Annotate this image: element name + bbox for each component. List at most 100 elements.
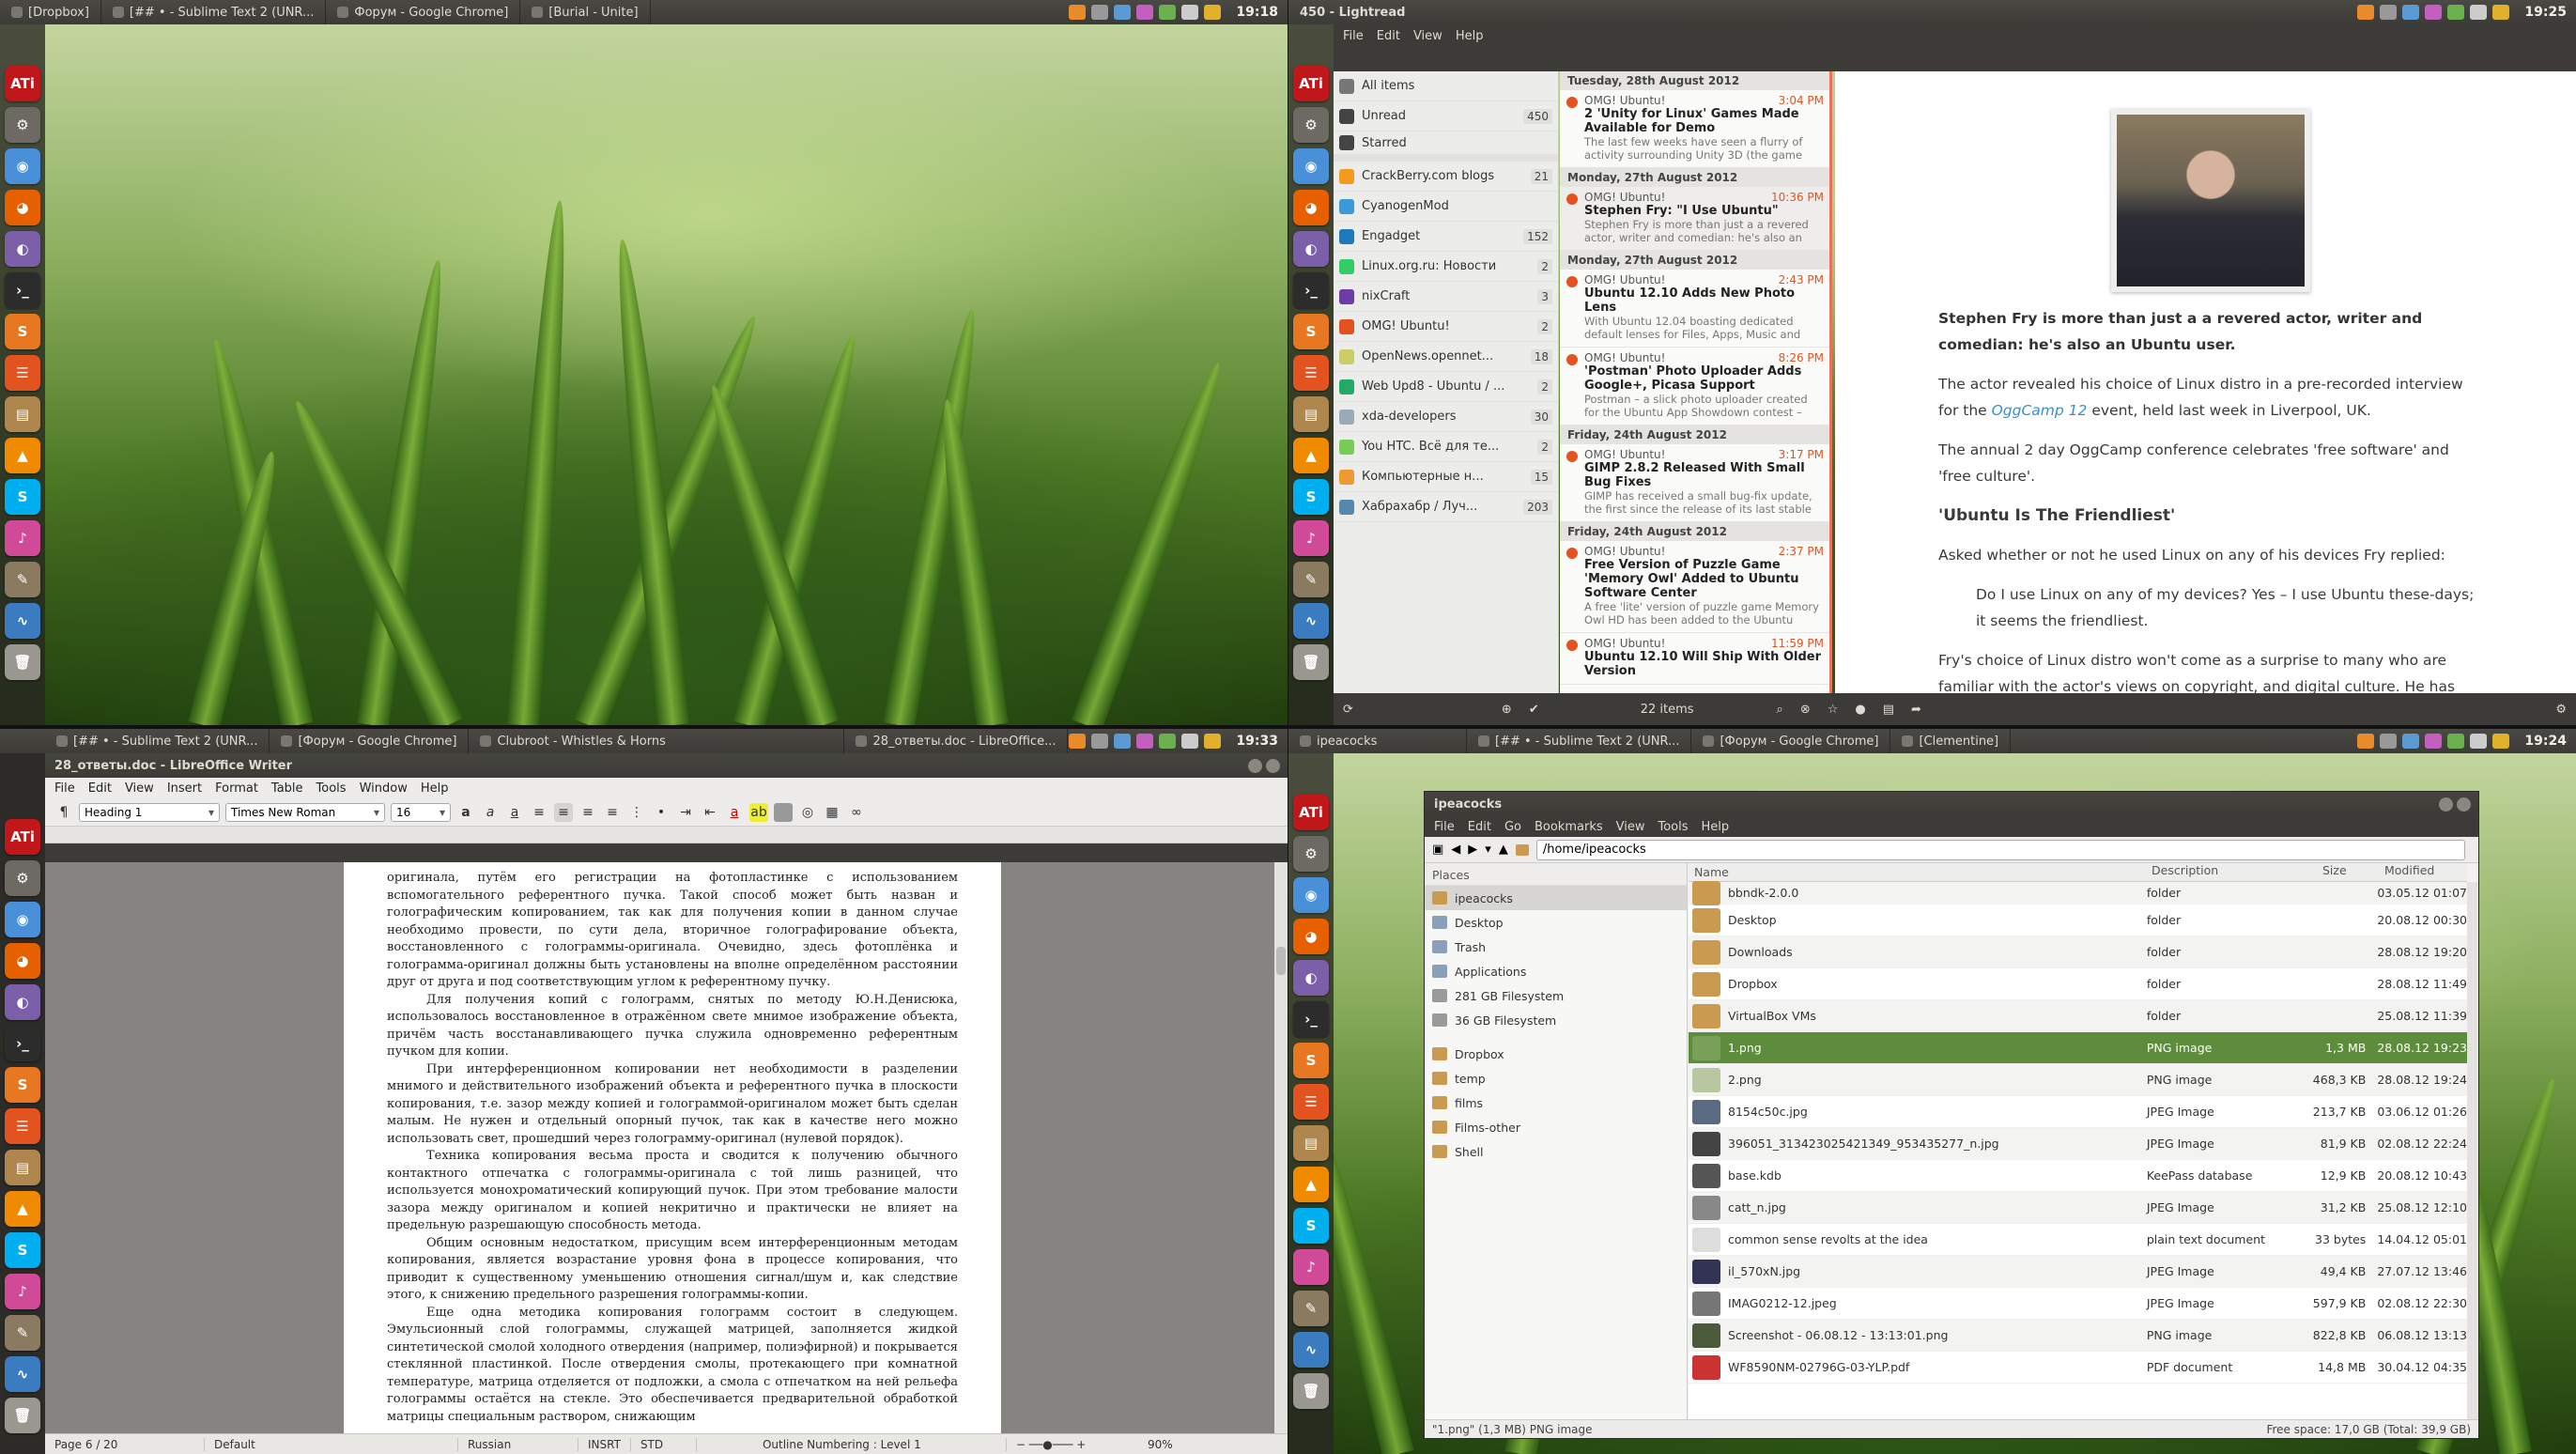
column-description[interactable]: Description xyxy=(2146,863,2317,881)
menu-tools[interactable]: Tools xyxy=(316,781,347,796)
menu-view[interactable]: View xyxy=(1616,820,1645,834)
feed-item[interactable]: Engadget 152 xyxy=(1334,222,1558,252)
skype-icon[interactable]: S xyxy=(1293,1208,1329,1244)
taskbar-item[interactable]: 28_ответы.doc - LibreOffice... xyxy=(844,729,1069,753)
file-row[interactable]: 396051_313423025421349_953435277_n.jpg JP… xyxy=(1689,1128,2467,1160)
chrome-icon[interactable]: ◉ xyxy=(5,148,40,184)
chrome-icon[interactable]: ◉ xyxy=(1293,148,1329,184)
gimp-icon[interactable]: ✎ xyxy=(1293,562,1329,597)
tray-icon[interactable] xyxy=(1091,734,1109,749)
feed-entry[interactable]: OMG! Ubuntu! 2:37 PM Free Version of Puzzl… xyxy=(1560,541,1829,633)
up-icon[interactable]: ▲ xyxy=(1499,843,1508,857)
file-row[interactable]: base.kdb KeePass database 12,9 KB 20.08.12 … xyxy=(1689,1160,2467,1192)
clock[interactable]: 19:33 xyxy=(1236,734,1278,749)
tray-icon[interactable] xyxy=(2357,734,2375,749)
taskbar-item[interactable]: [## • - Sublime Text 2 (UNR... xyxy=(1467,729,1692,753)
place-item[interactable]: Shell xyxy=(1425,1139,1687,1164)
chrome-icon[interactable]: ◉ xyxy=(1293,877,1329,913)
tray-icon[interactable] xyxy=(2492,734,2510,749)
feed-item[interactable]: Unread 450 xyxy=(1334,101,1558,131)
zoom-level[interactable]: 90% xyxy=(1138,1438,1182,1451)
feed-entry[interactable]: OMG! Ubuntu! 3:17 PM GIMP 2.8.2 Released W… xyxy=(1560,444,1829,522)
outdent-icon[interactable]: ⇤ xyxy=(701,803,719,822)
menu-view[interactable]: View xyxy=(1413,29,1442,43)
share-icon[interactable]: ➦ xyxy=(1911,703,1921,717)
trash-icon[interactable]: 🗑 xyxy=(1293,644,1329,680)
tray-icon[interactable] xyxy=(1136,5,1154,20)
file-row[interactable]: IMAG0212-12.jpeg JPEG Image 597,9 KB 02.08.… xyxy=(1689,1288,2467,1320)
ati-icon[interactable]: ATi xyxy=(1293,795,1329,830)
music-icon[interactable]: ♪ xyxy=(1293,1249,1329,1285)
feed-entry[interactable]: OMG! Ubuntu! 8:26 PM 'Postman' Photo Uploa… xyxy=(1560,348,1829,425)
vlc-icon[interactable]: ▲ xyxy=(5,438,40,473)
star-icon[interactable]: ☆ xyxy=(1828,703,1839,717)
sublime-icon[interactable]: S xyxy=(1293,1043,1329,1078)
feed-item[interactable]: CrackBerry.com blogs 21 xyxy=(1334,162,1558,192)
menu-edit[interactable]: Edit xyxy=(1377,29,1400,43)
tray-icon[interactable] xyxy=(1181,734,1199,749)
taskbar-item[interactable]: [Dropbox] xyxy=(0,0,101,24)
file-row[interactable]: Dropbox folder 28.08.12 11:49 xyxy=(1689,968,2467,1000)
taskbar-item[interactable]: ipeacocks xyxy=(1288,729,1467,753)
minimize-button[interactable] xyxy=(2439,797,2453,812)
feed-item[interactable]: CyanogenMod xyxy=(1334,192,1558,222)
tray-icon[interactable] xyxy=(2402,734,2420,749)
page-icon[interactable]: ▤ xyxy=(1883,703,1894,717)
place-item[interactable]: films xyxy=(1425,1090,1687,1115)
background-color-icon[interactable] xyxy=(774,802,793,822)
taskbar-item[interactable]: [Burial - Unite] xyxy=(520,0,651,24)
tray-icon[interactable] xyxy=(1136,734,1154,749)
file-row[interactable]: VirtualBox VMs folder 25.08.12 11:39 xyxy=(1689,1000,2467,1032)
feed-entry[interactable]: OMG! Ubuntu! 3:04 PM 2 'Unity for Linux' G… xyxy=(1560,90,1829,168)
insert-mode[interactable]: INSRT xyxy=(578,1437,631,1451)
ruler[interactable] xyxy=(45,827,1288,843)
feed-item[interactable]: Starred xyxy=(1334,131,1558,162)
terminal-icon[interactable]: ›_ xyxy=(1293,272,1329,308)
monitor-icon[interactable]: ∿ xyxy=(5,603,40,639)
tray-icon[interactable] xyxy=(1114,5,1132,20)
skype-icon[interactable]: S xyxy=(1293,479,1329,515)
taskbar-item[interactable]: Clubroot - Whistles & Horns xyxy=(469,729,845,753)
circle-icon[interactable]: ● xyxy=(1855,703,1865,717)
trash-icon[interactable]: 🗑 xyxy=(5,1398,40,1433)
scrollbar-thumb[interactable] xyxy=(1276,947,1286,975)
font-name-select[interactable]: Times New Roman xyxy=(225,802,385,822)
selection-mode[interactable]: STD xyxy=(631,1437,697,1451)
file-row[interactable]: 8154c50c.jpg JPEG Image 213,7 KB 03.06.12 0… xyxy=(1689,1096,2467,1128)
vlc-icon[interactable]: ▲ xyxy=(1293,1167,1329,1202)
feed-item[interactable]: All items xyxy=(1334,71,1558,101)
menu-format[interactable]: Format xyxy=(215,781,258,796)
file-row[interactable]: Downloads folder 28.08.12 19:20 xyxy=(1689,936,2467,968)
ati-icon[interactable]: ATi xyxy=(5,66,40,101)
rss-icon[interactable]: ☰ xyxy=(5,1108,40,1144)
rss-icon[interactable]: ☰ xyxy=(5,355,40,391)
terminal-icon[interactable]: ›_ xyxy=(5,1026,40,1061)
feed-item[interactable]: xda-developers 30 xyxy=(1334,402,1558,432)
clock[interactable]: 19:24 xyxy=(2524,734,2567,749)
tray-icon[interactable] xyxy=(1159,5,1177,20)
bullets-icon[interactable]: • xyxy=(652,803,671,822)
file-row[interactable]: bbndk-2.0.0 folder 03.05.12 01:07 xyxy=(1689,880,2467,905)
trash-icon[interactable]: 🗑 xyxy=(1293,1373,1329,1409)
menu-file[interactable]: File xyxy=(54,781,75,796)
terminal-icon[interactable]: ›_ xyxy=(5,272,40,308)
feed-item[interactable]: You HTC. Всё для те... 2 xyxy=(1334,432,1558,462)
menu-file[interactable]: File xyxy=(1343,29,1364,43)
tray-icon[interactable] xyxy=(2492,5,2510,20)
file-row[interactable]: il_570xN.jpg JPEG Image 49,4 KB 27.07.12 13… xyxy=(1689,1256,2467,1288)
tray-icon[interactable] xyxy=(2470,5,2488,20)
menu-file[interactable]: File xyxy=(1434,820,1455,834)
tray-icon[interactable] xyxy=(1159,734,1177,749)
tray-icon[interactable] xyxy=(2357,5,2375,20)
terminal-icon[interactable]: ›_ xyxy=(1293,1001,1329,1037)
feed-item[interactable]: Компьютерные н... 15 xyxy=(1334,462,1558,492)
tray-icon[interactable] xyxy=(2380,5,2398,20)
place-item[interactable]: Trash xyxy=(1425,935,1687,959)
archive-icon[interactable]: ▤ xyxy=(5,1150,40,1185)
align-left-icon[interactable]: ≡ xyxy=(530,803,548,822)
gimp-icon[interactable]: ✎ xyxy=(5,1315,40,1351)
column-modified[interactable]: Modified xyxy=(2379,863,2467,881)
file-row[interactable]: Desktop folder 20.08.12 00:30 xyxy=(1689,905,2467,936)
file-row[interactable]: catt_n.jpg JPEG Image 31,2 KB 25.08.12 12:1… xyxy=(1689,1192,2467,1224)
gimp-icon[interactable]: ✎ xyxy=(1293,1291,1329,1326)
